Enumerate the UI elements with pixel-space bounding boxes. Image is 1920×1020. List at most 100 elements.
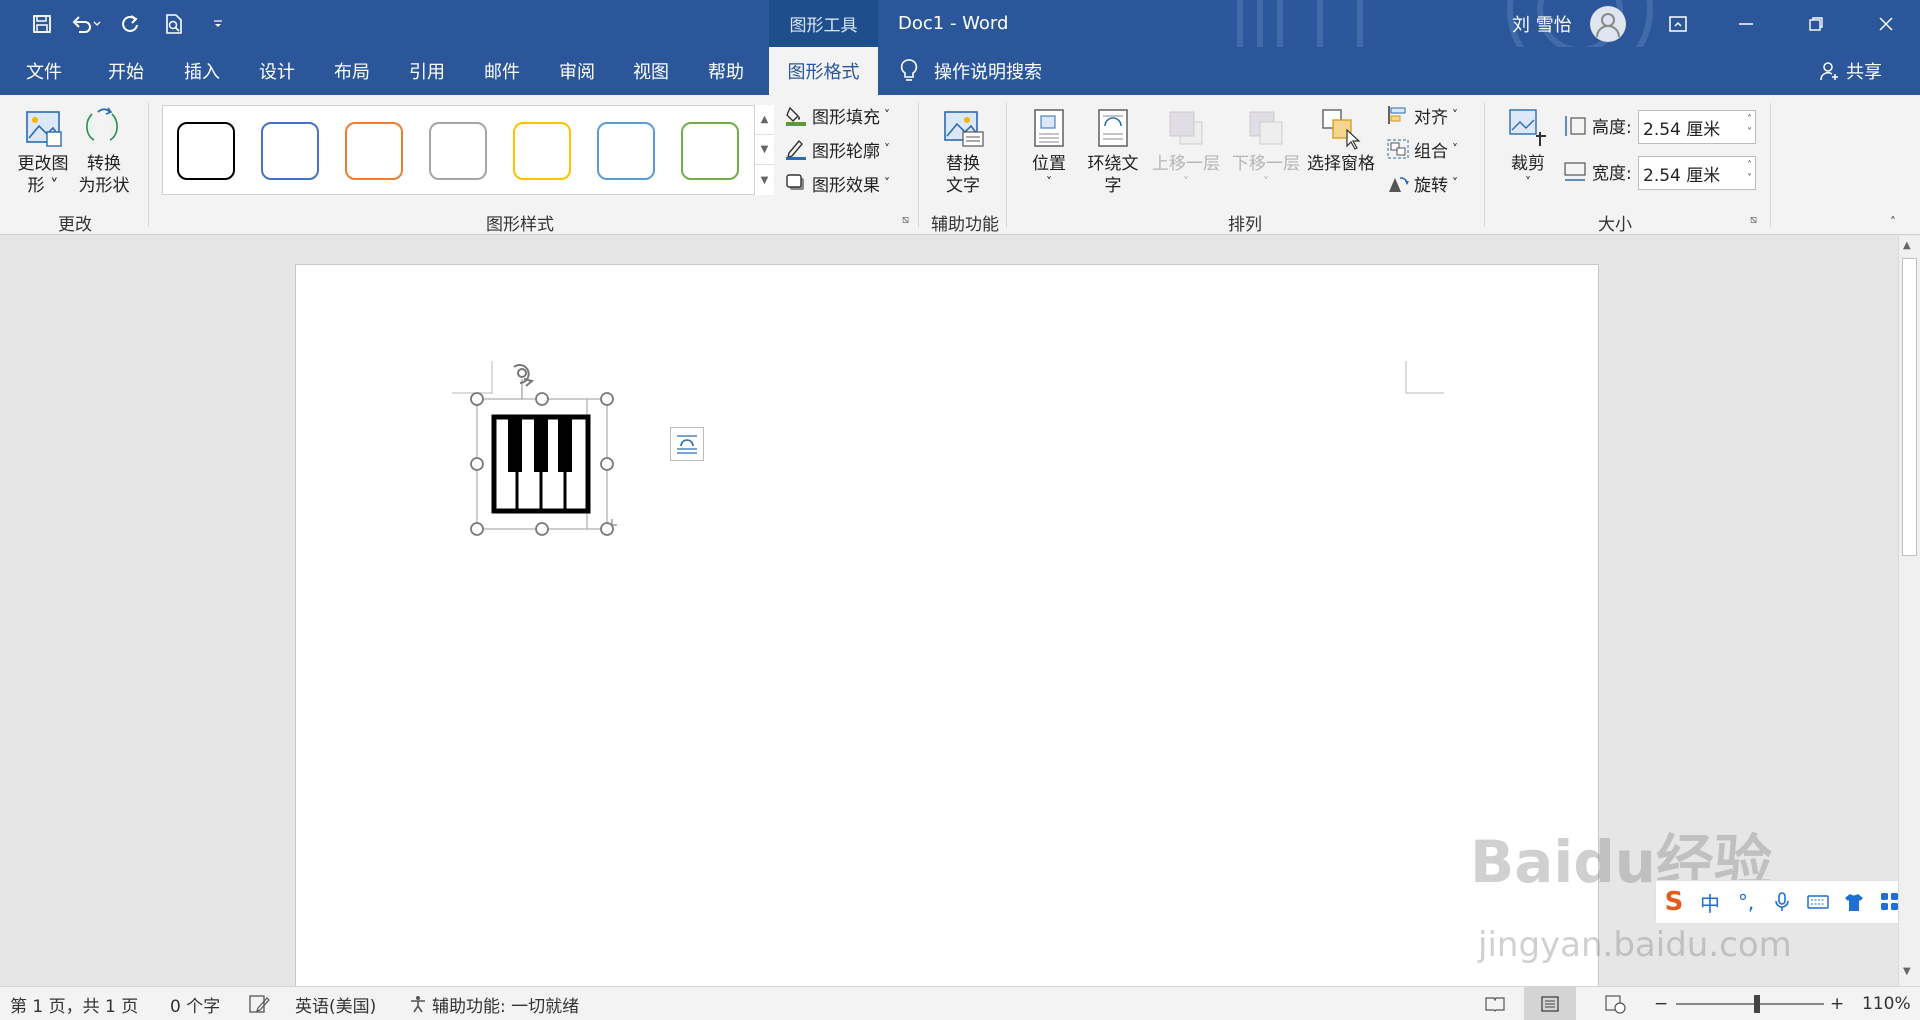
rotate-button[interactable]: 旋转 ˅	[1386, 169, 1458, 197]
tab-layout[interactable]: 布局	[316, 47, 388, 95]
customize-qa-icon[interactable]	[196, 0, 240, 47]
tab-help[interactable]: 帮助	[690, 47, 762, 95]
zoom-slider-thumb[interactable]	[1754, 995, 1761, 1013]
group-button[interactable]: 组合 ˅	[1386, 135, 1458, 163]
gallery-more-arrow[interactable]: ▼	[755, 165, 774, 195]
tab-insert[interactable]: 插入	[166, 47, 238, 95]
word-count[interactable]: 0 个字	[170, 987, 220, 1020]
tab-shape-format[interactable]: 图形格式	[769, 47, 878, 95]
restore-icon[interactable]	[1788, 0, 1844, 47]
minimize-icon[interactable]	[1718, 0, 1774, 47]
skin-icon[interactable]	[1836, 882, 1872, 922]
undo-icon[interactable]	[64, 0, 108, 47]
shape-outline-label: 图形轮廓	[812, 141, 880, 162]
tab-home[interactable]: 开始	[90, 47, 162, 95]
gallery-up-arrow[interactable]: ▲	[755, 105, 774, 135]
ribbon-display-options-icon[interactable]	[1650, 0, 1706, 47]
tab-design[interactable]: 设计	[241, 47, 313, 95]
layout-options-icon[interactable]	[670, 427, 704, 461]
shape-outline-button[interactable]: 图形轮廓 ˅	[784, 135, 890, 163]
height-field[interactable]: 2.54 厘米 ˄ ˅	[1638, 110, 1756, 144]
style-swatch[interactable]	[429, 122, 487, 180]
proofing-icon[interactable]	[248, 987, 270, 1020]
pen-icon	[786, 139, 806, 160]
zoom-level[interactable]: 110%	[1862, 987, 1911, 1020]
wrap-text-label: 环绕文 字	[1087, 154, 1139, 196]
collapse-ribbon-icon[interactable]: ˄	[1890, 215, 1896, 229]
scroll-down-arrow[interactable]: ▼	[1903, 966, 1911, 977]
zoom-in-icon[interactable]: +	[1830, 987, 1844, 1020]
print-layout-icon[interactable]	[1524, 987, 1576, 1020]
style-swatch[interactable]	[597, 122, 655, 180]
crop-icon	[1506, 105, 1550, 151]
wrap-text-button[interactable]: 环绕文 字	[1080, 105, 1146, 197]
language-status[interactable]: 英语(美国)	[295, 987, 376, 1020]
scroll-up-arrow[interactable]: ▲	[1903, 240, 1911, 251]
convert-to-shape-button[interactable]: 转换 为形状	[76, 105, 132, 197]
shape-effects-button[interactable]: 图形效果 ˅	[784, 169, 890, 197]
punctuation-icon[interactable]: °,	[1728, 882, 1764, 922]
change-shape-button[interactable]: 更改图 形 ˅	[10, 105, 76, 197]
rotate-handle-icon[interactable]	[513, 364, 535, 387]
tab-file[interactable]: 文件	[8, 47, 80, 95]
position-button[interactable]: 位置 ˅	[1018, 105, 1080, 189]
height-value: 2.54 厘米	[1643, 119, 1721, 140]
tab-review[interactable]: 审阅	[541, 47, 613, 95]
shape-styles-gallery[interactable]	[162, 105, 774, 195]
paint-bucket-icon	[786, 106, 806, 126]
tab-mailings[interactable]: 邮件	[466, 47, 538, 95]
tell-me-search[interactable]: 操作说明搜索	[898, 47, 1042, 95]
page-count[interactable]: 第 1 页，共 1 页	[10, 987, 138, 1020]
dialog-launcher-icon[interactable]: ⧅	[902, 213, 909, 227]
sogou-logo-icon[interactable]: S	[1656, 882, 1692, 922]
width-label: 宽度:	[1592, 163, 1632, 184]
user-name[interactable]: 刘 雪怡	[1512, 0, 1572, 47]
style-swatch[interactable]	[345, 122, 403, 180]
scroll-thumb[interactable]	[1902, 258, 1917, 556]
group-label-accessibility: 辅助功能	[931, 215, 999, 235]
web-layout-icon[interactable]	[1604, 987, 1626, 1020]
resize-handles[interactable]	[446, 385, 646, 545]
vertical-scrollbar[interactable]: ▲ ▼	[1898, 236, 1920, 986]
style-swatch[interactable]	[261, 122, 319, 180]
read-mode-icon[interactable]	[1484, 987, 1506, 1020]
separator	[918, 103, 919, 227]
alt-text-icon	[941, 105, 985, 151]
height-spinner[interactable]: ˄ ˅	[1747, 113, 1752, 139]
accessibility-status[interactable]: 辅助功能: 一切就绪	[408, 987, 579, 1020]
align-button[interactable]: 对齐 ˅	[1386, 101, 1458, 129]
search-label: 操作说明搜索	[934, 62, 1042, 83]
microphone-icon[interactable]	[1764, 882, 1800, 922]
alt-text-button[interactable]: 替换 文字	[928, 105, 998, 197]
gallery-down-arrow[interactable]: ▼	[755, 135, 774, 165]
close-icon[interactable]	[1858, 0, 1914, 47]
keyboard-icon[interactable]	[1800, 882, 1836, 922]
rotate-icon	[1389, 177, 1409, 192]
width-spinner[interactable]: ˄ ˅	[1747, 159, 1752, 185]
tab-view[interactable]: 视图	[615, 47, 687, 95]
save-icon[interactable]	[20, 0, 64, 47]
separator	[148, 103, 149, 227]
redo-icon[interactable]	[108, 0, 152, 47]
zoom-out-icon[interactable]: −	[1654, 987, 1668, 1020]
send-backward-button[interactable]: 下移一层 ˅	[1226, 105, 1306, 189]
document-page[interactable]	[295, 264, 1599, 986]
position-icon	[1027, 105, 1071, 151]
zoom-slider[interactable]	[1676, 995, 1824, 1013]
tab-references[interactable]: 引用	[391, 47, 463, 95]
bring-forward-button[interactable]: 上移一层 ˅	[1146, 105, 1226, 189]
accessibility-icon	[411, 996, 425, 1013]
selection-pane-button[interactable]: 选择窗格	[1302, 105, 1380, 175]
style-swatch[interactable]	[513, 122, 571, 180]
avatar[interactable]	[1590, 6, 1626, 42]
share-button[interactable]: 共享	[1818, 47, 1882, 95]
print-preview-icon[interactable]	[152, 0, 196, 47]
size-dialog-launcher-icon[interactable]: ⧅	[1750, 213, 1757, 227]
style-swatch[interactable]	[681, 122, 739, 180]
crop-button[interactable]: 裁剪 ˅	[1500, 105, 1556, 189]
ime-mode-label[interactable]: 中	[1692, 882, 1728, 922]
wrap-text-icon	[1091, 105, 1135, 151]
width-field[interactable]: 2.54 厘米 ˄ ˅	[1638, 156, 1756, 190]
shape-fill-button[interactable]: 图形填充 ˅	[784, 101, 890, 129]
style-swatch[interactable]	[177, 122, 235, 180]
